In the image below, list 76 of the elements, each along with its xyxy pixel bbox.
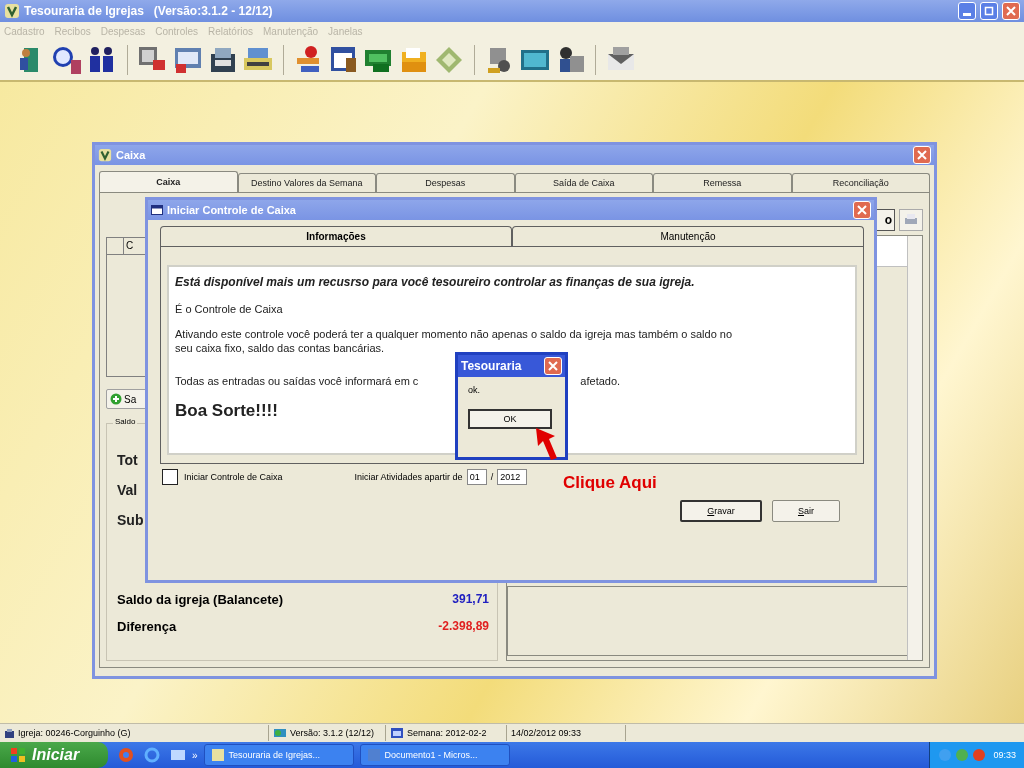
tab[interactable]: Manutenção xyxy=(512,226,864,246)
window-icon xyxy=(151,204,163,216)
exit-button[interactable]: Sair xyxy=(772,500,840,522)
close-button[interactable] xyxy=(1002,2,1020,20)
taskbar-button[interactable]: Tesouraria de Igrejas... xyxy=(203,744,354,766)
paragraph: afetado. xyxy=(580,375,621,387)
maximize-icon xyxy=(984,6,994,16)
window-title: Tesouraria xyxy=(461,359,522,373)
app-icon xyxy=(98,148,112,162)
status-text: Igreja: 00246-Corguinho (G) xyxy=(18,728,131,738)
app-icon xyxy=(4,3,20,19)
button-label: Sa xyxy=(124,393,137,405)
field-value: -2.398,89 xyxy=(438,619,489,634)
field-value: 391,71 xyxy=(452,592,489,607)
tab[interactable]: Despesas xyxy=(376,173,515,192)
minimize-icon xyxy=(963,12,971,16)
close-button[interactable] xyxy=(913,146,931,164)
date-separator: / xyxy=(490,472,494,482)
status-text: Versão: 3.1.2 (12/12) xyxy=(290,728,375,738)
paragraph: Ativando este controle você poderá ter a qualquer momento não apenas o saldo da igreja mas também o saldo no seu caixa fixo, saldo das contas bancárias. xyxy=(175,327,734,355)
paragraph: Todas as entradas ou saídas você informará em c xyxy=(175,375,419,387)
window-title: Iniciar Controle de Caixa xyxy=(167,204,296,216)
tab[interactable]: Destino Valores da Semana xyxy=(237,173,376,192)
field-label: Saldo da igreja (Balancete) xyxy=(117,592,284,607)
tab[interactable]: Remessa xyxy=(653,173,792,192)
start-button[interactable]: Iniciar xyxy=(0,742,108,768)
field-label: Tot xyxy=(117,452,139,468)
arrow-icon xyxy=(533,426,559,462)
maximize-button[interactable] xyxy=(980,2,998,20)
app-icon xyxy=(366,748,381,762)
group-label: Saldo xyxy=(113,417,138,426)
checkbox[interactable] xyxy=(162,469,178,485)
close-icon xyxy=(917,150,927,160)
field-label: Iniciar Atividades apartir de xyxy=(354,472,463,482)
window-icon xyxy=(390,727,404,739)
closing-text: Boa Sorte!!!! xyxy=(175,401,278,421)
subtitle-text: É o Controle de Caixa xyxy=(175,303,284,315)
printer-icon xyxy=(904,213,918,227)
window-title: Caixa xyxy=(116,149,146,161)
monitor-icon xyxy=(273,727,287,739)
scrollbar[interactable] xyxy=(907,236,922,660)
tab[interactable]: Caixa xyxy=(99,171,238,192)
year-field[interactable]: 2012 xyxy=(497,469,528,485)
tab[interactable]: Informações xyxy=(160,226,512,246)
status-text: Semana: 2012-02-2 xyxy=(407,728,487,738)
plus-icon xyxy=(110,393,122,405)
app-icon xyxy=(210,748,225,762)
column-header: C xyxy=(125,239,134,253)
minimize-button[interactable] xyxy=(958,2,976,20)
tab[interactable]: Reconciliação xyxy=(791,173,930,192)
windows-logo-icon xyxy=(10,747,26,763)
field-label: Diferença xyxy=(117,619,177,634)
clock: 09:33 xyxy=(993,750,1016,760)
close-icon xyxy=(548,361,558,371)
month-field[interactable]: 01 xyxy=(466,469,487,485)
window-title: Tesouraria de Igrejas (Versão:3.1.2 - 12/12) xyxy=(24,4,273,18)
save-button[interactable]: Gravar xyxy=(680,500,762,522)
close-button[interactable] xyxy=(853,201,871,219)
more-button[interactable]: » xyxy=(192,749,198,761)
close-button[interactable] xyxy=(544,357,562,375)
building-icon xyxy=(4,727,15,739)
field-label: Sub xyxy=(117,512,145,528)
tab[interactable]: Saída de Caixa xyxy=(514,173,653,192)
intro-text: Está disponível mais um recusrso para você tesoureiro controlar as finanças de sua igreja. xyxy=(175,275,696,289)
print-button[interactable] xyxy=(899,209,923,231)
field-label: Val xyxy=(117,482,139,498)
annotation-text: Clique Aqui xyxy=(563,473,657,493)
close-icon xyxy=(857,205,867,215)
ok-button[interactable]: OK xyxy=(468,409,552,429)
message-text: ok. xyxy=(468,385,481,395)
checkbox-label: Iniciar Controle de Caixa xyxy=(184,472,283,482)
status-text: 14/02/2012 09:33 xyxy=(511,728,582,738)
browser-icon[interactable] xyxy=(144,747,160,763)
taskbar-button[interactable]: Documento1 - Micros... xyxy=(359,744,510,766)
desktop-icon[interactable] xyxy=(170,747,186,763)
close-icon xyxy=(1006,6,1016,16)
